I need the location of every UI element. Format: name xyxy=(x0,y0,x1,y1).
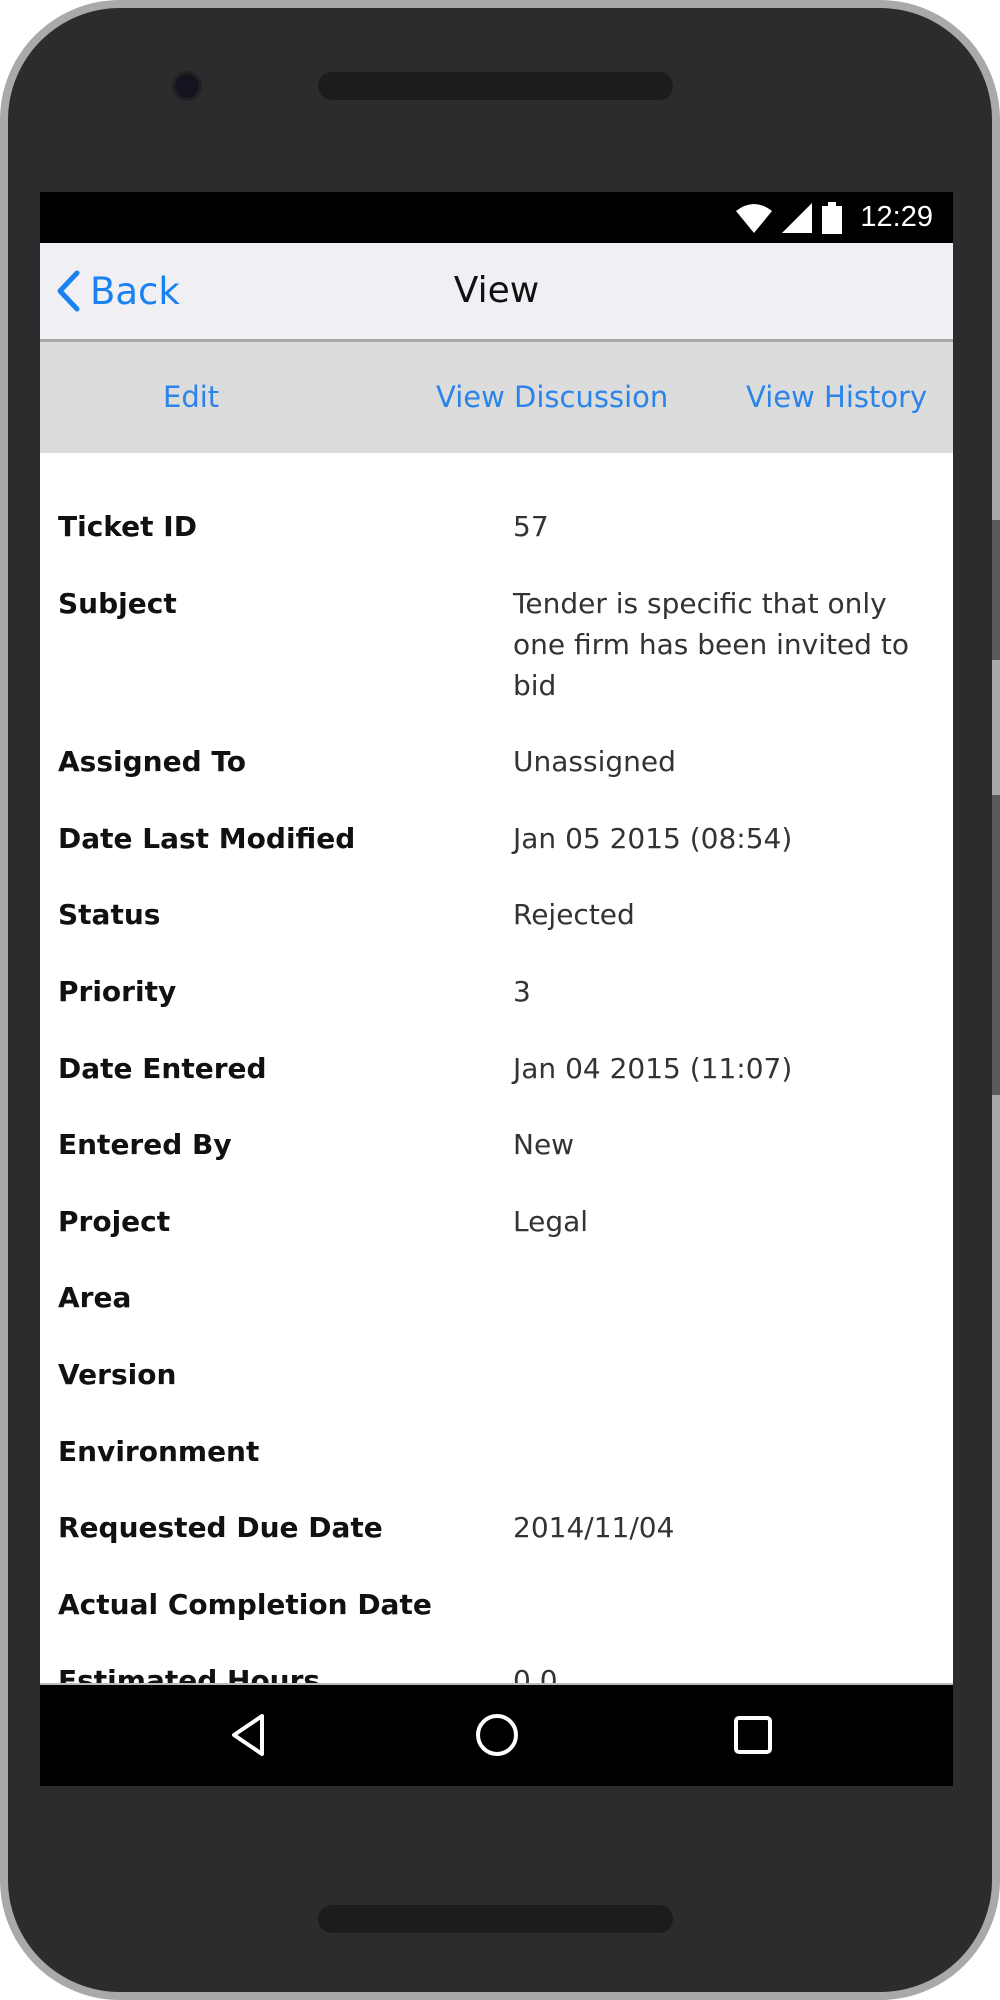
field-row: Entered By New xyxy=(40,1124,953,1165)
back-icon[interactable] xyxy=(218,1705,278,1765)
field-value: Jan 05 2015 (08:54) xyxy=(513,821,793,855)
field-row: Subject Tender is specific that only one … xyxy=(40,583,953,706)
field-label: Version xyxy=(58,1357,177,1391)
field-value xyxy=(513,1354,913,1395)
field-row: Environment xyxy=(40,1431,953,1472)
field-value: 2014/11/04 xyxy=(513,1511,675,1545)
field-row: Requested Due Date 2014/11/04 xyxy=(40,1507,953,1548)
field-label: Project xyxy=(58,1204,171,1238)
field-value xyxy=(513,1277,913,1318)
field-value: Tender is specific that only one firm ha… xyxy=(513,586,909,702)
navigation-bar: Back View xyxy=(40,243,953,342)
action-bar: Edit View Discussion View History xyxy=(40,342,953,453)
field-value: 57 xyxy=(513,510,549,543)
field-value: Jan 04 2015 (11:07) xyxy=(513,1051,793,1085)
status-bar: 12:29 xyxy=(40,192,953,243)
field-label: Entered By xyxy=(58,1128,232,1162)
field-row: Assigned To Unassigned xyxy=(40,741,953,782)
field-row: Actual Completion Date xyxy=(40,1584,953,1625)
bottom-speaker xyxy=(318,1905,673,1933)
back-button[interactable]: Back xyxy=(56,243,180,339)
edit-button[interactable]: Edit xyxy=(163,342,219,453)
field-row: Version xyxy=(40,1354,953,1395)
battery-icon xyxy=(822,201,843,234)
field-value: Rejected xyxy=(513,898,635,932)
top-speaker xyxy=(318,72,673,100)
field-row: Project Legal xyxy=(40,1201,953,1242)
recents-icon[interactable] xyxy=(723,1705,783,1765)
field-value xyxy=(513,1431,913,1472)
field-label: Status xyxy=(58,898,161,932)
system-nav-bar xyxy=(40,1683,953,1786)
field-row: Date Last Modified Jan 05 2015 (08:54) xyxy=(40,818,953,859)
field-value: 3 xyxy=(513,974,531,1008)
field-value: Legal xyxy=(513,1204,589,1238)
field-value: New xyxy=(513,1128,575,1162)
camera xyxy=(175,74,199,98)
back-label: Back xyxy=(90,269,180,313)
power-button xyxy=(992,795,1000,1095)
field-label: Actual Completion Date xyxy=(58,1587,432,1621)
field-row: Priority 3 xyxy=(40,971,953,1012)
clock: 12:29 xyxy=(860,201,933,233)
field-label: Assigned To xyxy=(58,745,246,779)
volume-button xyxy=(992,520,1000,660)
field-row: Date Entered Jan 04 2015 (11:07) xyxy=(40,1048,953,1089)
field-label: Ticket ID xyxy=(58,510,197,543)
field-row: Ticket ID 57 xyxy=(40,506,953,547)
view-discussion-button[interactable]: View Discussion xyxy=(436,342,668,453)
screen: 12:29 Back View Edit View Discussion Vie… xyxy=(40,192,953,1786)
home-icon[interactable] xyxy=(467,1705,527,1765)
field-label: Requested Due Date xyxy=(58,1511,383,1545)
field-value xyxy=(513,1584,913,1625)
field-label: Subject xyxy=(58,586,177,620)
field-label: Area xyxy=(58,1281,132,1315)
signal-icon xyxy=(782,202,813,233)
chevron-left-icon xyxy=(57,270,80,312)
wifi-icon xyxy=(736,203,773,233)
field-label: Date Last Modified xyxy=(58,821,356,855)
field-value: Unassigned xyxy=(513,745,676,779)
view-history-button[interactable]: View History xyxy=(746,342,927,453)
field-label: Environment xyxy=(58,1434,260,1468)
field-row: Status Rejected xyxy=(40,894,953,935)
ticket-details: Ticket ID 57 Subject Tender is specific tha… xyxy=(40,453,953,1686)
field-label: Priority xyxy=(58,974,177,1008)
field-label: Date Entered xyxy=(58,1051,267,1085)
phone-frame: 12:29 Back View Edit View Discussion Vie… xyxy=(0,0,1000,2000)
field-row: Area xyxy=(40,1277,953,1318)
